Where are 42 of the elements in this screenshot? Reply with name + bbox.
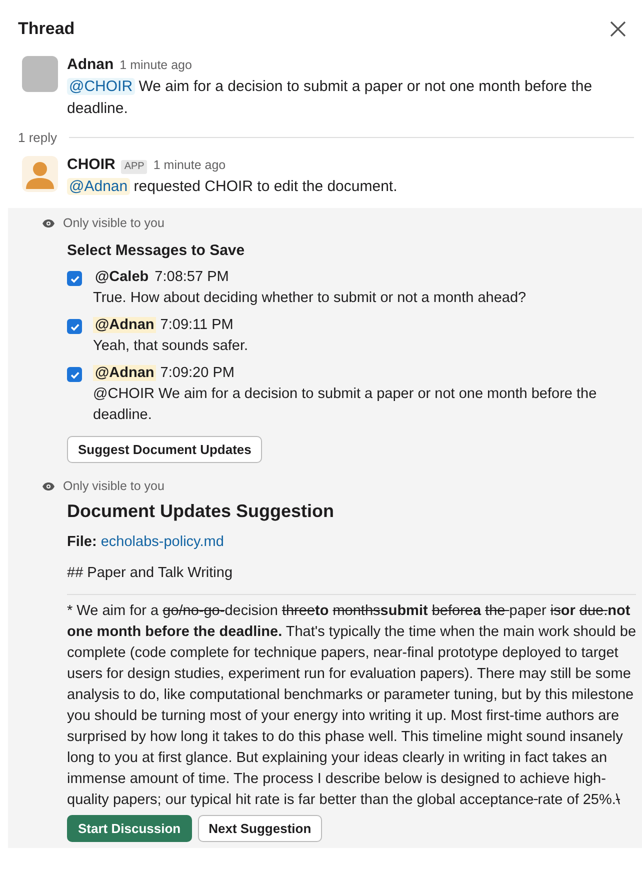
start-discussion-button[interactable]: Start Discussion	[67, 815, 192, 842]
checkmark-icon	[70, 322, 80, 332]
file-label: File:	[67, 534, 97, 550]
message-text: Yeah, that sounds safer.	[93, 337, 248, 356]
mention-name[interactable]: @Adnan	[93, 365, 156, 381]
avatar-silhouette-icon	[22, 156, 58, 192]
close-icon[interactable]	[608, 19, 628, 39]
checkmark-icon	[70, 370, 80, 380]
message-time: 7:09:20 PM	[160, 365, 234, 381]
message-time: 7:08:57 PM	[154, 269, 229, 285]
checkmark-icon	[70, 274, 80, 284]
app-badge: APP	[121, 160, 148, 174]
visibility-notice: Only visible to you	[63, 478, 164, 495]
message-text: True. How about deciding whether to submit or not a month ahead?	[93, 289, 526, 308]
author-name[interactable]: Adnan	[67, 54, 114, 76]
section-title: Select Messages to Save	[67, 241, 246, 261]
mention-name[interactable]: @Adnan	[93, 317, 156, 333]
visibility-notice: Only visible to you	[63, 214, 164, 232]
avatar-photo-placeholder	[22, 56, 58, 92]
checkbox[interactable]	[67, 367, 82, 382]
checkbox[interactable]	[67, 271, 82, 286]
author-name[interactable]: CHOIR	[67, 154, 116, 176]
message-text: @Adnan requested CHOIR to edit the document.	[67, 177, 398, 197]
timestamp[interactable]: 1 minute ago	[153, 154, 226, 176]
message-text: @CHOIR We aim for a decision to submit a paper or not one month before the deadline.	[67, 77, 594, 119]
message-text: @CHOIR We aim for a decision to submit a paper or not one month before the deadline.	[93, 385, 598, 425]
checkbox[interactable]	[67, 319, 82, 334]
mention-link[interactable]: @Adnan	[67, 178, 130, 195]
message-time: 7:09:11 PM	[160, 317, 234, 333]
timestamp[interactable]: 1 minute ago	[120, 54, 192, 76]
section-title: Document Updates Suggestion	[67, 501, 336, 522]
next-suggestion-button[interactable]: Next Suggestion	[198, 815, 322, 842]
file-link[interactable]: echolabs-policy.md	[100, 534, 224, 550]
suggest-updates-button[interactable]: Suggest Document Updates	[67, 436, 262, 463]
reply-count: 1 reply	[18, 130, 58, 144]
diff-paragraph: * We aim for a go/no-go-decision threeto monthssubmit beforea the paper isor due.not one month before the deadline. That's typically the time when the main work should be complete (code complete for technique papers, near-final prototype deployed to target users for design studies, experiment run for evaluation papers). There may still be some analysis to do, like computational benchmarks or parameter tuning, but by this milestone you should be turning most of your energy into writing it up. Most first-time authors are surprised by how long it takes to do this phase well. This timeline might sound insanely long to you at first glance. But explaining your ideas clearly in writing in fact takes an immense amount of time. The process I describe below is designed to achieve high-quality papers; our typical hit rate is far better than the global acceptance rate of 25%.\	[67, 594, 636, 811]
panel-title: Thread	[18, 19, 75, 39]
eye-icon	[42, 218, 55, 228]
markdown-heading: ## Paper and Talk Writing	[67, 564, 234, 583]
mention-name[interactable]: @Caleb	[93, 269, 151, 285]
mention-link[interactable]: @CHOIR	[67, 78, 135, 95]
eye-icon	[42, 482, 55, 490]
